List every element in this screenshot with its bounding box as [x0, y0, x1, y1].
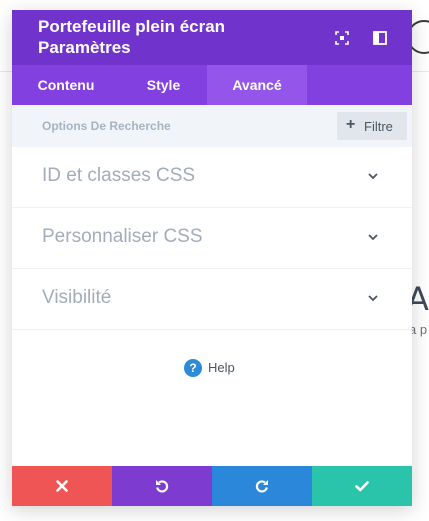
- filter-label: Filtre: [364, 119, 393, 134]
- check-icon: [355, 481, 369, 492]
- chevron-down-icon: [368, 295, 378, 302]
- tab-bar: Contenu Style Avancé: [12, 65, 412, 105]
- undo-icon: [156, 480, 169, 493]
- section-label: Personnaliser CSS: [42, 226, 203, 247]
- modal-footer: [12, 466, 412, 506]
- save-button[interactable]: [312, 466, 412, 506]
- modal-title: Portefeuille plein écran Paramètres: [38, 16, 318, 58]
- section-custom-css[interactable]: Personnaliser CSS: [12, 208, 412, 269]
- tab-style[interactable]: Style: [120, 65, 207, 105]
- modal-title-line1: Portefeuille plein écran: [38, 17, 226, 36]
- sidebar-layout-icon[interactable]: [370, 28, 390, 48]
- redo-button[interactable]: [212, 466, 312, 506]
- modal-header: Portefeuille plein écran Paramètres: [12, 10, 412, 65]
- filter-button[interactable]: + Filtre: [337, 112, 407, 140]
- help-label: Help: [208, 360, 235, 375]
- search-bar[interactable]: Options De Recherche + Filtre: [12, 105, 412, 147]
- tab-contenu[interactable]: Contenu: [12, 65, 120, 105]
- search-input[interactable]: Options De Recherche: [42, 119, 171, 133]
- discard-button[interactable]: [12, 466, 112, 506]
- undo-button[interactable]: [112, 466, 212, 506]
- redo-icon: [255, 480, 268, 493]
- section-css-id-classes[interactable]: ID et classes CSS: [12, 147, 412, 208]
- tab-avance[interactable]: Avancé: [207, 65, 307, 105]
- section-label: Visibilité: [42, 287, 112, 308]
- chevron-down-icon: [368, 234, 378, 241]
- section-label: ID et classes CSS: [42, 165, 196, 186]
- settings-modal: Portefeuille plein écran Paramètres Cont…: [12, 10, 412, 506]
- question-circle-icon: ?: [184, 359, 202, 377]
- chevron-down-icon: [368, 173, 378, 180]
- section-visibility[interactable]: Visibilité: [12, 269, 412, 330]
- expand-icon[interactable]: [332, 28, 352, 48]
- close-icon: [56, 480, 68, 492]
- modal-title-line2: Paramètres: [38, 38, 131, 57]
- plus-icon: +: [346, 116, 356, 133]
